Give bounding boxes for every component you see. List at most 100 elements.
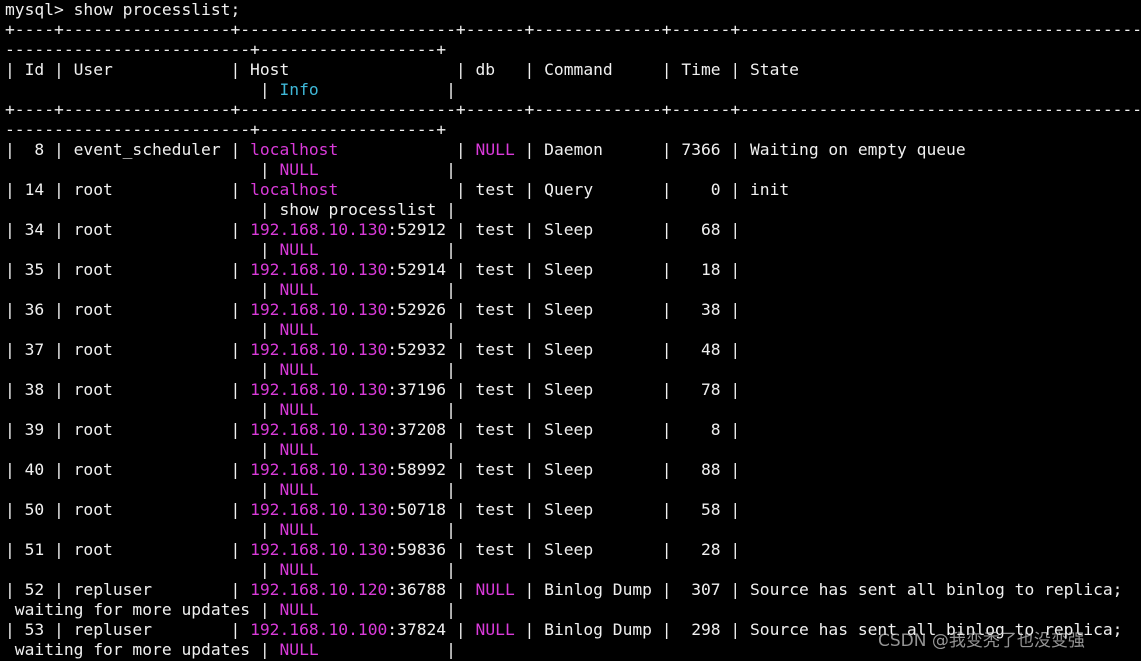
terminal-text: |: [338, 140, 476, 159]
terminal-text: | 34 | root |: [5, 220, 251, 239]
terminal-text: | 8 | event_scheduler |: [5, 140, 251, 159]
terminal-text: |: [318, 600, 456, 619]
table-row-line: waiting for more updates | NULL |: [5, 640, 456, 660]
terminal-text: |: [318, 280, 456, 299]
terminal-text: |: [5, 520, 280, 539]
highlighted-text: 192.168.10.130: [250, 420, 388, 439]
table-row-line: | 52 | repluser | 192.168.10.120:36788 |…: [5, 580, 1122, 600]
highlighted-text: localhost: [250, 140, 339, 159]
terminal-text: mysql> show processlist;: [5, 0, 241, 19]
highlighted-text: 192.168.10.130: [250, 340, 388, 359]
terminal-text: |: [5, 240, 280, 259]
terminal-text: waiting for more updates |: [5, 640, 280, 659]
highlighted-text: 192.168.10.120: [250, 580, 388, 599]
terminal-text: +----+-----------------+----------------…: [5, 20, 1141, 39]
highlighted-text: NULL: [279, 280, 319, 299]
terminal-text: |: [5, 480, 280, 499]
terminal-text: waiting for more updates |: [5, 600, 280, 619]
table-row-line: | 38 | root | 192.168.10.130:37196 | tes…: [5, 380, 740, 400]
terminal-text: |: [5, 320, 280, 339]
table-row-line: | NULL |: [5, 160, 456, 180]
terminal-text: |: [5, 280, 280, 299]
terminal-text: | 52 | repluser |: [5, 580, 251, 599]
highlighted-text: NULL: [279, 640, 319, 659]
terminal-text: | 51 | root |: [5, 540, 251, 559]
table-row-line: | NULL |: [5, 440, 456, 460]
terminal-text: | Id | User | Host | db | Command | Time…: [5, 60, 799, 79]
table-row-line: | NULL |: [5, 560, 456, 580]
terminal-text: |: [318, 440, 456, 459]
highlighted-text: NULL: [279, 240, 319, 259]
terminal-text: :52926 | test | Sleep | 38 |: [387, 300, 741, 319]
terminal-text: +----+-----------------+----------------…: [5, 100, 1141, 119]
terminal-text: |: [318, 320, 456, 339]
highlighted-text: NULL: [279, 480, 319, 499]
table-row-line: | NULL |: [5, 480, 456, 500]
highlighted-text: NULL: [279, 440, 319, 459]
highlighted-text: NULL: [475, 620, 515, 639]
highlighted-text: NULL: [279, 360, 319, 379]
terminal-text: | 50 | root |: [5, 500, 251, 519]
terminal-text: |: [318, 520, 456, 539]
terminal-text: |: [5, 400, 280, 419]
csdn-watermark: CSDN @我变秃了也没变强: [878, 631, 1085, 651]
highlighted-text: NULL: [279, 160, 319, 179]
terminal-text: :52914 | test | Sleep | 18 |: [387, 260, 741, 279]
terminal-text: |: [5, 160, 280, 179]
terminal-text: |: [5, 440, 280, 459]
table-row-line: | 50 | root | 192.168.10.130:50718 | tes…: [5, 500, 740, 520]
table-row-line: | NULL |: [5, 240, 456, 260]
terminal-text: | show processlist |: [5, 200, 456, 219]
terminal-text: :37208 | test | Sleep | 8 |: [387, 420, 741, 439]
highlighted-text: NULL: [279, 600, 319, 619]
terminal-text: |: [318, 160, 456, 179]
highlighted-text: NULL: [279, 320, 319, 339]
table-row-line: | NULL |: [5, 280, 456, 300]
terminal-text: :37196 | test | Sleep | 78 |: [387, 380, 741, 399]
highlighted-text: localhost: [250, 180, 339, 199]
terminal-text: | 35 | root |: [5, 260, 251, 279]
highlighted-text: 192.168.10.130: [250, 540, 388, 559]
terminal-text: |: [318, 560, 456, 579]
terminal-text: :58992 | test | Sleep | 88 |: [387, 460, 741, 479]
table-row-line: | 40 | root | 192.168.10.130:58992 | tes…: [5, 460, 740, 480]
terminal-text: | 37 | root |: [5, 340, 251, 359]
table-row-line: | 35 | root | 192.168.10.130:52914 | tes…: [5, 260, 740, 280]
terminal-text: |: [318, 640, 456, 659]
terminal-text: | 36 | root |: [5, 300, 251, 319]
table-border-line: +----+-----------------+----------------…: [5, 100, 1141, 120]
table-row-line: | 51 | root | 192.168.10.130:59836 | tes…: [5, 540, 740, 560]
terminal-text: :52912 | test | Sleep | 68 |: [387, 220, 741, 239]
terminal-text: |: [318, 480, 456, 499]
terminal-text: |: [5, 560, 280, 579]
table-header-line: | Id | User | Host | db | Command | Time…: [5, 60, 799, 80]
terminal-text: :37824 |: [387, 620, 476, 639]
table-header-line: | Info |: [5, 80, 456, 100]
terminal-text: |: [5, 360, 280, 379]
table-border-line: +----+-----------------+----------------…: [5, 20, 1141, 40]
highlighted-text: 192.168.10.130: [250, 380, 388, 399]
mysql-terminal-window[interactable]: mysql> show processlist; +----+----------…: [0, 0, 1141, 661]
terminal-text: -------------------------+--------------…: [5, 40, 447, 59]
table-row-line: | 8 | event_scheduler | localhost | NULL…: [5, 140, 966, 160]
terminal-text: |: [5, 80, 280, 99]
terminal-text: | Binlog Dump | 307 | Source has sent al…: [514, 580, 1123, 599]
terminal-text: | test | Query | 0 | init: [338, 180, 790, 199]
table-row-line: | 34 | root | 192.168.10.130:52912 | tes…: [5, 220, 740, 240]
table-row-line: | NULL |: [5, 360, 456, 380]
highlighted-text: 192.168.10.130: [250, 460, 388, 479]
highlighted-text: 192.168.10.130: [250, 300, 388, 319]
terminal-text: |: [318, 80, 456, 99]
command-prompt-line: mysql> show processlist;: [5, 0, 240, 20]
highlighted-text: 192.168.10.100: [250, 620, 388, 639]
table-row-line: | 36 | root | 192.168.10.130:52926 | tes…: [5, 300, 740, 320]
terminal-text: |: [318, 240, 456, 259]
table-row-line: waiting for more updates | NULL |: [5, 600, 456, 620]
terminal-text: :52932 | test | Sleep | 48 |: [387, 340, 741, 359]
terminal-text: :50718 | test | Sleep | 58 |: [387, 500, 741, 519]
terminal-text: | 40 | root |: [5, 460, 251, 479]
table-border-line: -------------------------+--------------…: [5, 40, 446, 60]
table-row-line: | 37 | root | 192.168.10.130:52932 | tes…: [5, 340, 740, 360]
terminal-text: | 39 | root |: [5, 420, 251, 439]
terminal-text: -------------------------+--------------…: [5, 120, 447, 139]
